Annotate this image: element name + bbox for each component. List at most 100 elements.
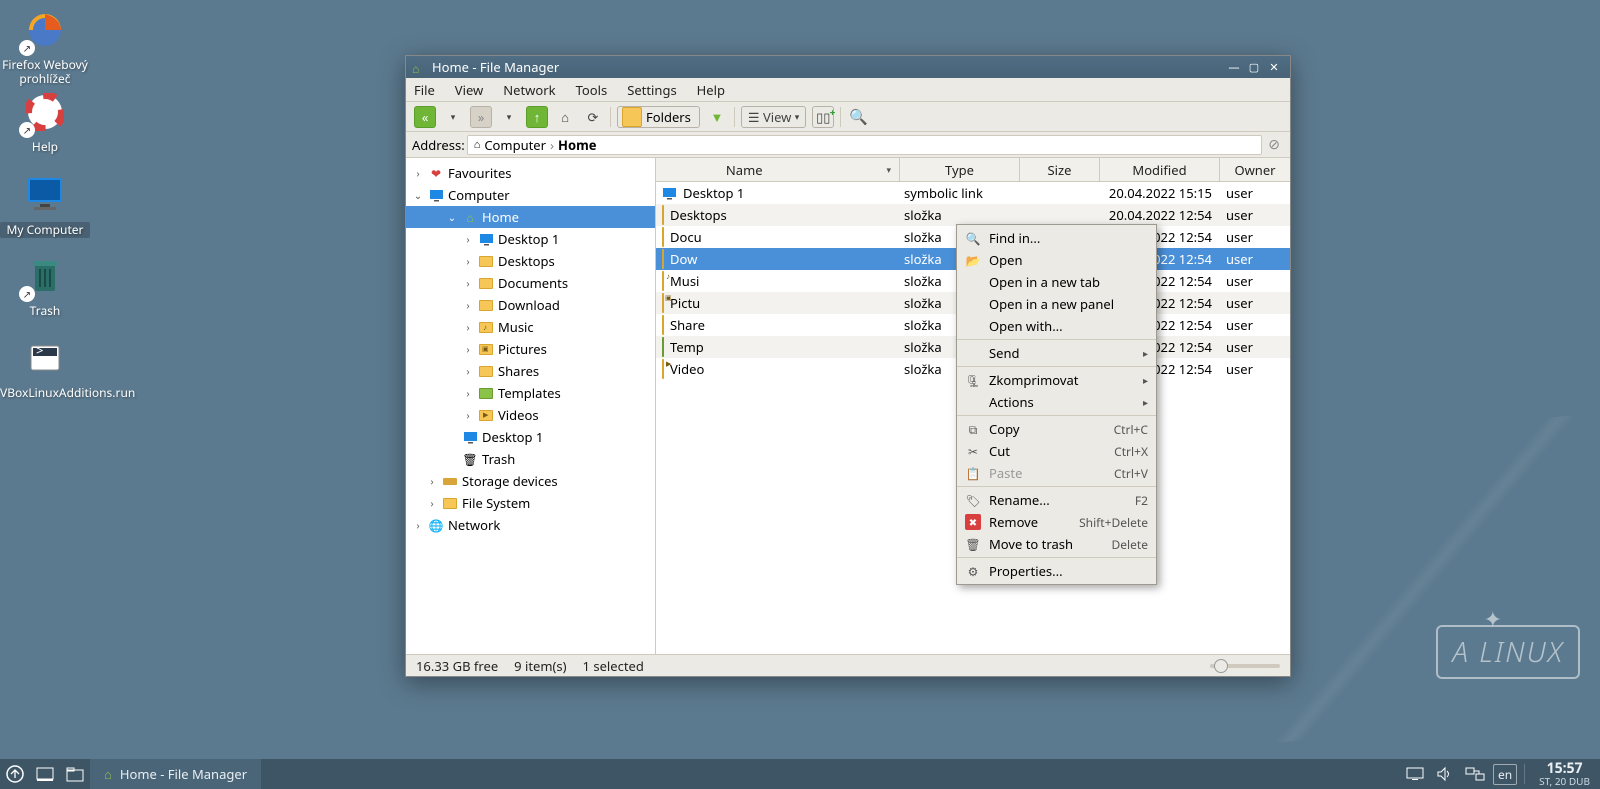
blank-icon: [965, 345, 981, 361]
menu-tools[interactable]: Tools: [576, 81, 608, 99]
column-modified[interactable]: Modified: [1100, 158, 1220, 181]
desktop-icon-vbox[interactable]: >_ VBoxLinuxAdditions.run: [0, 334, 90, 400]
show-desktop-button[interactable]: [30, 759, 60, 789]
context-menu-item[interactable]: 🔍Find in...: [957, 227, 1156, 249]
tree-node[interactable]: ›♪Music: [406, 316, 655, 338]
start-button[interactable]: [0, 759, 30, 789]
menu-file[interactable]: File: [414, 81, 435, 99]
tray-clock[interactable]: 15:57 ST, 20 DUB: [1529, 762, 1600, 786]
column-owner[interactable]: Owner: [1220, 158, 1290, 181]
expand-icon[interactable]: ›: [462, 408, 474, 422]
menu-help[interactable]: Help: [697, 81, 725, 99]
context-menu-item[interactable]: Open with...: [957, 315, 1156, 337]
titlebar[interactable]: ⌂ Home - File Manager — ▢ ✕: [406, 56, 1290, 78]
tray-network-icon[interactable]: [1460, 759, 1490, 789]
table-row[interactable]: Desktop 1symbolic link20.04.2022 15:15us…: [656, 182, 1290, 204]
context-menu-item[interactable]: Open in a new tab: [957, 271, 1156, 293]
expand-icon[interactable]: ›: [462, 342, 474, 356]
filter-icon[interactable]: ▼: [706, 106, 728, 128]
context-menu-item[interactable]: Send▸: [957, 342, 1156, 364]
forward-dropdown-icon[interactable]: ▾: [498, 106, 520, 128]
expand-icon[interactable]: ⌄: [412, 188, 424, 202]
tree-node[interactable]: ›▶Videos: [406, 404, 655, 426]
tray-volume-icon[interactable]: [1430, 759, 1460, 789]
expand-icon[interactable]: ›: [462, 386, 474, 400]
column-type[interactable]: Type: [900, 158, 1020, 181]
tree-node[interactable]: ›Shares: [406, 360, 655, 382]
close-button[interactable]: ✕: [1264, 59, 1284, 75]
expand-icon[interactable]: ⌄: [446, 210, 458, 224]
sidebar-tree[interactable]: ›❤Favourites⌄Computer⌄⌂Home›Desktop 1›De…: [406, 158, 656, 654]
tree-node[interactable]: ›Documents: [406, 272, 655, 294]
context-menu-item[interactable]: 🗜Zkomprimovat▸: [957, 369, 1156, 391]
expand-icon[interactable]: ›: [462, 232, 474, 246]
breadcrumb[interactable]: Computer: [484, 136, 546, 154]
taskbar-task[interactable]: ⌂ Home - File Manager: [90, 759, 261, 789]
context-menu-item[interactable]: 🗑Move to trashDelete: [957, 533, 1156, 555]
column-size[interactable]: Size: [1020, 158, 1100, 181]
desktop-icon-trash[interactable]: ↗ Trash: [0, 252, 90, 318]
home-button[interactable]: ⌂: [554, 106, 576, 128]
expand-icon[interactable]: ›: [412, 166, 424, 180]
tree-node[interactable]: ›▣Pictures: [406, 338, 655, 360]
tree-node[interactable]: ›Download: [406, 294, 655, 316]
minimize-button[interactable]: —: [1224, 59, 1244, 75]
menu-network[interactable]: Network: [503, 81, 555, 99]
expand-icon[interactable]: ›: [426, 474, 438, 488]
breadcrumb[interactable]: Home: [558, 136, 597, 154]
context-menu-item[interactable]: ✖RemoveShift+Delete: [957, 511, 1156, 533]
menu-settings[interactable]: Settings: [627, 81, 676, 99]
blank-icon: [965, 296, 981, 312]
context-menu-item[interactable]: ⚙Properties...: [957, 560, 1156, 582]
tree-node[interactable]: ⌄Computer: [406, 184, 655, 206]
table-row[interactable]: Desktopssložka20.04.2022 12:54user: [656, 204, 1290, 226]
tree-node[interactable]: ›Desktop 1: [406, 228, 655, 250]
new-tab-button[interactable]: ▯▯+: [812, 106, 834, 128]
context-menu-item[interactable]: 📂Open: [957, 249, 1156, 271]
tree-node[interactable]: ›File System: [406, 492, 655, 514]
tree-node[interactable]: ›Templates: [406, 382, 655, 404]
expand-icon[interactable]: ›: [462, 320, 474, 334]
context-menu-item[interactable]: Open in a new panel: [957, 293, 1156, 315]
address-field[interactable]: ⌂ Computer › Home: [467, 135, 1263, 155]
expand-icon[interactable]: ›: [412, 518, 424, 532]
expand-icon[interactable]: ›: [462, 298, 474, 312]
expand-icon[interactable]: ›: [462, 276, 474, 290]
back-dropdown-icon[interactable]: ▾: [442, 106, 464, 128]
maximize-button[interactable]: ▢: [1244, 59, 1264, 75]
search-icon[interactable]: 🔍: [847, 106, 869, 128]
desktop-icon-mycomputer[interactable]: My Computer: [0, 170, 90, 238]
column-name[interactable]: Name▾: [656, 158, 900, 181]
expand-icon[interactable]: ›: [462, 254, 474, 268]
context-menu-item[interactable]: Actions▸: [957, 391, 1156, 413]
desktop-icon-firefox[interactable]: ↗ Firefox Webový prohlížeč: [0, 6, 90, 87]
tray-display-icon[interactable]: [1400, 759, 1430, 789]
tree-node[interactable]: ›Storage devices: [406, 470, 655, 492]
menu-view[interactable]: View: [455, 81, 483, 99]
forward-button[interactable]: »: [470, 106, 492, 128]
zoom-slider[interactable]: [1210, 664, 1280, 668]
desktop-icon-help[interactable]: ↗ Help: [0, 88, 90, 154]
trash-icon: 🗑: [462, 451, 478, 467]
tree-node[interactable]: ›🌐Network: [406, 514, 655, 536]
tree-node[interactable]: Desktop 1: [406, 426, 655, 448]
tree-node[interactable]: ⌄⌂Home: [406, 206, 655, 228]
back-button[interactable]: «: [414, 106, 436, 128]
clear-address-icon[interactable]: ⊘: [1264, 135, 1284, 154]
expand-icon[interactable]: ›: [462, 364, 474, 378]
tray-keyboard-layout[interactable]: en: [1490, 759, 1520, 789]
up-button[interactable]: ↑: [526, 106, 548, 128]
watermark-text: A LINUX: [1436, 625, 1580, 679]
search-icon: 🔍: [965, 230, 981, 246]
expand-icon[interactable]: ›: [426, 496, 438, 510]
tree-node[interactable]: ›Desktops: [406, 250, 655, 272]
context-menu-item[interactable]: ⧉CopyCtrl+C: [957, 418, 1156, 440]
tree-node[interactable]: 🗑Trash: [406, 448, 655, 470]
context-menu-item[interactable]: ✂CutCtrl+X: [957, 440, 1156, 462]
folders-button[interactable]: Folders: [617, 106, 700, 128]
view-mode-button[interactable]: ☰ View ▾: [741, 106, 806, 128]
tree-node[interactable]: ›❤Favourites: [406, 162, 655, 184]
file-manager-launcher[interactable]: [60, 759, 90, 789]
context-menu-item[interactable]: 🏷Rename...F2: [957, 489, 1156, 511]
refresh-button[interactable]: ⟳: [582, 106, 604, 128]
